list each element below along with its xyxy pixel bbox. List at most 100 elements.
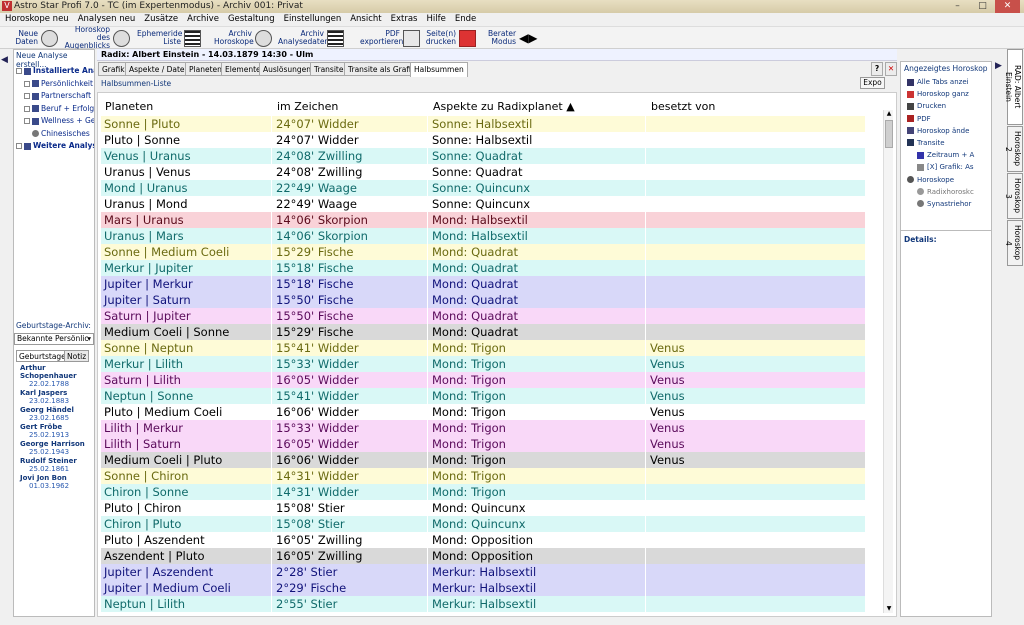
close-tab-button[interactable]: ✕ (885, 62, 897, 76)
tree-item[interactable]: Wellness + Ge (16, 116, 94, 129)
menu-analysen-neu[interactable]: Analysen neu (73, 13, 140, 24)
table-row[interactable]: Aszendent | Pluto 16°05' Zwilling Mond: Op… (101, 548, 865, 564)
menu-zusaetze[interactable]: Zusätze (139, 13, 182, 24)
rp-item-synastrie[interactable]: Synastriehor (907, 200, 974, 212)
neue-daten-button[interactable]: Neue Daten (10, 28, 60, 48)
table-row[interactable]: Pluto | Medium Coeli 16°06' Widder Mond: T… (101, 404, 865, 420)
rp-item-horoskope[interactable]: Horoskope (907, 176, 974, 188)
maximize-button[interactable]: □ (970, 0, 995, 13)
tab-geburtstage[interactable]: Geburtstage (16, 350, 69, 362)
table-row[interactable]: Chiron | Sonne 14°31' Widder Mond: Trigon (101, 484, 865, 500)
table-row[interactable]: Merkur | Lilith 15°33' Widder Mond: Trigon… (101, 356, 865, 372)
col-header-planeten[interactable]: Planeten (105, 100, 153, 113)
rp-item-pdf[interactable]: PDF (907, 115, 974, 127)
table-row[interactable]: Lilith | Saturn 16°05' Widder Mond: Trigon… (101, 436, 865, 452)
table-row[interactable]: Neptun | Sonne 15°41' Widder Mond: Trigon V… (101, 388, 865, 404)
collapse-left-icon[interactable]: ◀ (1, 55, 8, 65)
col-header-zeichen[interactable]: im Zeichen (277, 100, 338, 113)
tree-item[interactable]: Partnerschaft (16, 91, 94, 104)
table-row[interactable]: Neptun | Lilith 2°55' Stier Merkur: Halbse… (101, 596, 865, 612)
menu-hilfe[interactable]: Hilfe (421, 13, 449, 24)
horoskop-augenblick-button[interactable]: Horoskop des Augenblicks (62, 26, 132, 50)
vtab-horoskop-3[interactable]: Horoskop 3 (1004, 173, 1023, 219)
scroll-down-icon[interactable]: ▼ (885, 605, 893, 613)
rp-item-grafik[interactable]: [X] Grafik: As (907, 163, 974, 175)
rp-item-horoskop-ganz[interactable]: Horoskop ganz (907, 90, 974, 102)
tab-aspekte-daten[interactable]: Aspekte / Daten (125, 62, 194, 76)
birthday-item[interactable]: Jovi Jon Bon 01.03.1962 (20, 474, 94, 491)
tab-transite-grafik[interactable]: Transite als Grafik (344, 62, 420, 76)
table-row[interactable]: Saturn | Jupiter 15°50' Fische Mond: Quadr… (101, 308, 865, 324)
minimize-button[interactable]: – (945, 0, 970, 13)
pdf-export-button[interactable]: PDF exportieren (360, 28, 420, 48)
table-row[interactable]: Jupiter | Merkur 15°18' Fische Mond: Quadr… (101, 276, 865, 292)
table-row[interactable]: Uranus | Venus 24°08' Zwilling Sonne: Quad… (101, 164, 865, 180)
birthday-item[interactable]: Karl Jaspers 23.02.1883 (20, 389, 94, 406)
table-row[interactable]: Pluto | Sonne 24°07' Widder Sonne: Halbsex… (101, 132, 865, 148)
table-row[interactable]: Saturn | Lilith 16°05' Widder Mond: Trigon… (101, 372, 865, 388)
col-header-besetzt[interactable]: besetzt von (651, 100, 715, 113)
menu-gestaltung[interactable]: Gestaltung (223, 13, 279, 24)
table-row[interactable]: Jupiter | Aszendent 2°28' Stier Merkur: Ha… (101, 564, 865, 580)
print-button[interactable]: Seite(n) drucken (424, 28, 476, 48)
menu-horoskope-neu[interactable]: Horoskope neu (0, 13, 73, 24)
menu-ansicht[interactable]: Ansicht (345, 13, 385, 24)
vtab-radix[interactable]: RAD: Albert Einstein (1004, 49, 1023, 125)
tree-item[interactable]: Installierte Ana (16, 66, 94, 79)
birthday-item[interactable]: Georg Händel 23.02.1685 (20, 406, 94, 423)
table-row[interactable]: Uranus | Mars 14°06' Skorpion Mond: Halbse… (101, 228, 865, 244)
tree-item[interactable]: Persönlichkeit (16, 79, 94, 92)
menu-archive[interactable]: Archive (182, 13, 223, 24)
table-row[interactable]: Sonne | Pluto 24°07' Widder Sonne: Halbsex… (101, 116, 865, 132)
ephemeride-button[interactable]: Ephemeride Liste (137, 28, 202, 48)
table-row[interactable]: Pluto | Chiron 15°08' Stier Mond: Quincunx (101, 500, 865, 516)
tab-grafik[interactable]: Grafik (98, 62, 129, 76)
archiv-horoskope-button[interactable]: Archiv Horoskope (214, 28, 274, 48)
rp-item-radixhoroskop[interactable]: Radixhoroskc (907, 188, 974, 200)
help-button[interactable]: ? (871, 62, 883, 76)
collapse-right-icon[interactable]: ▶ (995, 61, 1002, 71)
table-row[interactable]: Chiron | Pluto 15°08' Stier Mond: Quincunx (101, 516, 865, 532)
archive-select[interactable]: Bekannte Persönlic ▾ (14, 333, 94, 345)
table-row[interactable]: Jupiter | Medium Coeli 2°29' Fische Merkur… (101, 580, 865, 596)
table-row[interactable]: Uranus | Mond 22°49' Waage Sonne: Quincunx (101, 196, 865, 212)
rp-item-alle-tabs[interactable]: Alle Tabs anzei (907, 78, 974, 90)
table-row[interactable]: Pluto | Aszendent 16°05' Zwilling Mond: Op… (101, 532, 865, 548)
scroll-up-icon[interactable]: ▲ (885, 110, 893, 118)
table-row[interactable]: Mars | Uranus 14°06' Skorpion Mond: Halbse… (101, 212, 865, 228)
table-row[interactable]: Mond | Uranus 22°49' Waage Sonne: Quincunx (101, 180, 865, 196)
birthday-item[interactable]: George Harrison 25.02.1943 (20, 440, 94, 457)
table-row[interactable]: Medium Coeli | Pluto 16°06' Widder Mond: T… (101, 452, 865, 468)
expo-button[interactable]: Expo (860, 77, 885, 89)
close-window-button[interactable]: ✕ (995, 0, 1020, 13)
birthday-item[interactable]: Rudolf Steiner 25.02.1861 (20, 457, 94, 474)
tree-item[interactable]: Chinesisches (16, 129, 94, 142)
scroll-thumb[interactable] (885, 120, 893, 148)
vertical-scrollbar[interactable]: ▲ ▼ (883, 110, 893, 613)
menu-einstellungen[interactable]: Einstellungen (279, 13, 346, 24)
table-row[interactable]: Sonne | Medium Coeli 15°29' Fische Mond: Q… (101, 244, 865, 260)
table-row[interactable]: Venus | Uranus 24°08' Zwilling Sonne: Quad… (101, 148, 865, 164)
vtab-horoskop-4[interactable]: Horoskop 4 (1004, 220, 1023, 266)
col-header-aspekte[interactable]: Aspekte zu Radixplanet ▲ (433, 100, 575, 113)
tree-item[interactable]: Beruf + Erfolg (16, 104, 94, 117)
archiv-analysedaten-button[interactable]: Archiv Analysedaten (278, 28, 346, 48)
menu-extras[interactable]: Extras (386, 13, 422, 24)
vtab-horoskop-2[interactable]: Horoskop 2 (1004, 126, 1023, 172)
tab-transite[interactable]: Transite (310, 62, 348, 76)
berater-modus-button[interactable]: Berater Modus ◀▶ (488, 28, 538, 48)
table-row[interactable]: Jupiter | Saturn 15°50' Fische Mond: Quadr… (101, 292, 865, 308)
rp-item-transite[interactable]: Transite (907, 139, 974, 151)
rp-item-horoskop-aendern[interactable]: Horoskop ände (907, 127, 974, 139)
rp-item-drucken[interactable]: Drucken (907, 102, 974, 114)
tab-planeten[interactable]: Planeten (185, 62, 226, 76)
tree-item[interactable]: Weitere Analys (16, 141, 94, 154)
table-row[interactable]: Sonne | Chiron 14°31' Widder Mond: Trigon (101, 468, 865, 484)
tab-notiz[interactable]: Notiz (64, 350, 90, 362)
rp-item-zeitraum[interactable]: Zeitraum + A (907, 151, 974, 163)
table-row[interactable]: Merkur | Jupiter 15°18' Fische Mond: Quadr… (101, 260, 865, 276)
tab-ausloesungen[interactable]: Auslösungen (259, 62, 316, 76)
table-row[interactable]: Sonne | Neptun 15°41' Widder Mond: Trigon V… (101, 340, 865, 356)
birthday-item[interactable]: Gert Fröbe 25.02.1913 (20, 423, 94, 440)
tab-halbsummen[interactable]: Halbsummen (410, 62, 468, 77)
